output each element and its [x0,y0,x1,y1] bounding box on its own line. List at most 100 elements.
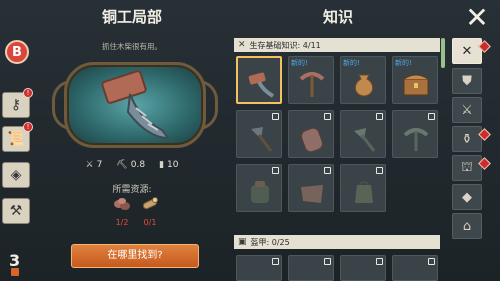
lock-icon [428,258,435,265]
recipe-locked-bag[interactable] [340,164,386,212]
sword-icon: ⚔ [85,160,94,170]
knowledge-title: 知识 [322,8,353,26]
armor-row [236,255,442,281]
tab-survival[interactable]: ✕ [452,38,491,64]
chest-icon [403,74,429,96]
recipe-locked-stone-axe[interactable] [340,110,386,158]
new-label: 新的! [395,59,412,67]
stone-axe-icon [354,128,376,152]
recipe-locked-armor[interactable] [340,255,386,281]
requirement-count: 0/1 [143,218,157,227]
lock-icon [272,167,279,174]
stat-durability: ▮ 10 [159,160,178,170]
recipe-pickaxe[interactable]: 新的! [288,56,334,104]
recipe-locked-armor[interactable] [392,255,438,281]
player-badge[interactable]: B [5,40,29,64]
tools-icon: ✕ [461,43,473,59]
recipe-locked-armor[interactable] [288,255,334,281]
lock-icon [272,113,279,120]
tab-armor[interactable]: ⛊ [452,68,482,94]
pickaxe-icon [299,72,325,97]
game-screen: B ⚷ ! 📜 ! ◈ ⚒ 3 铜工局部 抓住木柴很有用。 ⚔ 7 ⛏ 0.8 … [0,0,500,281]
workbench-button[interactable]: ⚒ [2,198,30,224]
notification-dot [478,128,491,141]
hammer-icon [248,72,275,98]
lock-icon [324,258,331,265]
recipe-locked-leather[interactable] [288,164,334,212]
category-header-survival[interactable]: ✕ 生存基础知识: 4/11 [234,38,440,52]
category-header-armor[interactable]: ▣ 盔甲: 0/25 [234,235,440,249]
item-stats: ⚔ 7 ⛏ 0.8 ▮ 10 [34,160,230,170]
recipe-chest[interactable]: 新的! [392,56,438,104]
armor-icon: ▣ [238,237,247,247]
map-icon: ◈ [10,167,22,183]
recipe-locked-stone-pick[interactable] [392,110,438,158]
lock-icon [428,113,435,120]
stat-damage-value: 7 [96,160,103,170]
sack-icon [354,74,374,97]
map-button[interactable]: ◈ [2,162,30,188]
pillar-icon: ⛫ [461,159,473,175]
copper-hammer-icon [101,70,171,140]
recipe-locked-axe[interactable] [236,110,282,158]
stat-speed-value: 0.8 [130,160,146,170]
tab-crafting[interactable]: ◆ [452,184,482,210]
bag-icon [355,181,373,203]
key-button[interactable]: ⚷ ! [2,88,33,118]
requirements-title: 所需资源: [112,185,152,195]
lock-icon [376,167,383,174]
requirement-count: 1/2 [115,218,129,227]
requirement-log: 0/1 [138,195,162,227]
barrel-icon [300,127,324,153]
durability-icon: ▮ [159,160,165,170]
lock-icon [376,113,383,120]
scroll-button[interactable]: 📜 ! [2,122,33,152]
lock-icon [324,167,331,174]
recipe-sack[interactable]: 新的! [340,56,386,104]
lock-icon [324,113,331,120]
recipe-locked-armor[interactable] [236,255,282,281]
workshop-hint: 抓住木柴很有用。 [102,42,162,51]
key-icon: ⚷ [10,97,22,113]
tab-home[interactable]: ⌂ [452,213,482,239]
category-label: 生存基础知识: 4/11 [249,40,321,50]
lock-icon [376,258,383,265]
armor-icon: ⛊ [462,73,472,89]
axe-icon [251,127,273,152]
workshop-title: 铜工局部 [101,8,162,26]
tab-weapons[interactable]: ⚔ [452,97,482,123]
leather-icon [301,185,323,203]
close-button[interactable]: ✕ [462,4,492,34]
notification-dot: ! [23,122,33,132]
player-badge-letter: B [12,44,22,60]
stone-pick-icon [403,128,429,151]
knowledge-panel: 知识 ✕ 生存基础知识: 4/11 新的! 新的! 新的! ▣ 盔甲: 0/25 [230,0,446,281]
scroll-icon: 📜 [7,131,25,147]
level-indicator [11,268,19,276]
potion-icon: ⚱ [461,131,473,147]
notification-dot [478,40,491,53]
new-label: 新的! [343,59,360,67]
copper-ore-icon [114,198,130,210]
lock-icon [272,258,279,265]
pickaxe-icon: ⛏ [116,160,128,170]
home-icon: ⌂ [462,218,472,234]
log-icon [142,197,158,210]
recipe-grid: 新的! 新的! 新的! [236,56,442,212]
notification-dot: ! [23,88,33,98]
close-icon: ✕ [465,1,489,34]
backpack-icon [251,181,269,203]
notification-dot [478,157,491,170]
stat-durability-value: 10 [167,160,179,170]
sword-icon: ⚔ [461,102,473,118]
recipe-copper-hammer[interactable] [236,56,282,104]
recipe-locked-barrel[interactable] [288,110,334,158]
stat-damage: ⚔ 7 [86,160,103,170]
tab-potions[interactable]: ⚱ [452,126,491,152]
where-to-find-button[interactable]: 在哪里找到? [71,244,199,268]
tab-building[interactable]: ⛫ [452,155,491,181]
left-toolbar: B ⚷ ! 📜 ! ◈ ⚒ 3 [0,36,34,281]
tools-icon: ✕ [238,40,246,50]
recipe-locked-backpack[interactable] [236,164,282,212]
gem-icon: ◆ [462,189,472,205]
